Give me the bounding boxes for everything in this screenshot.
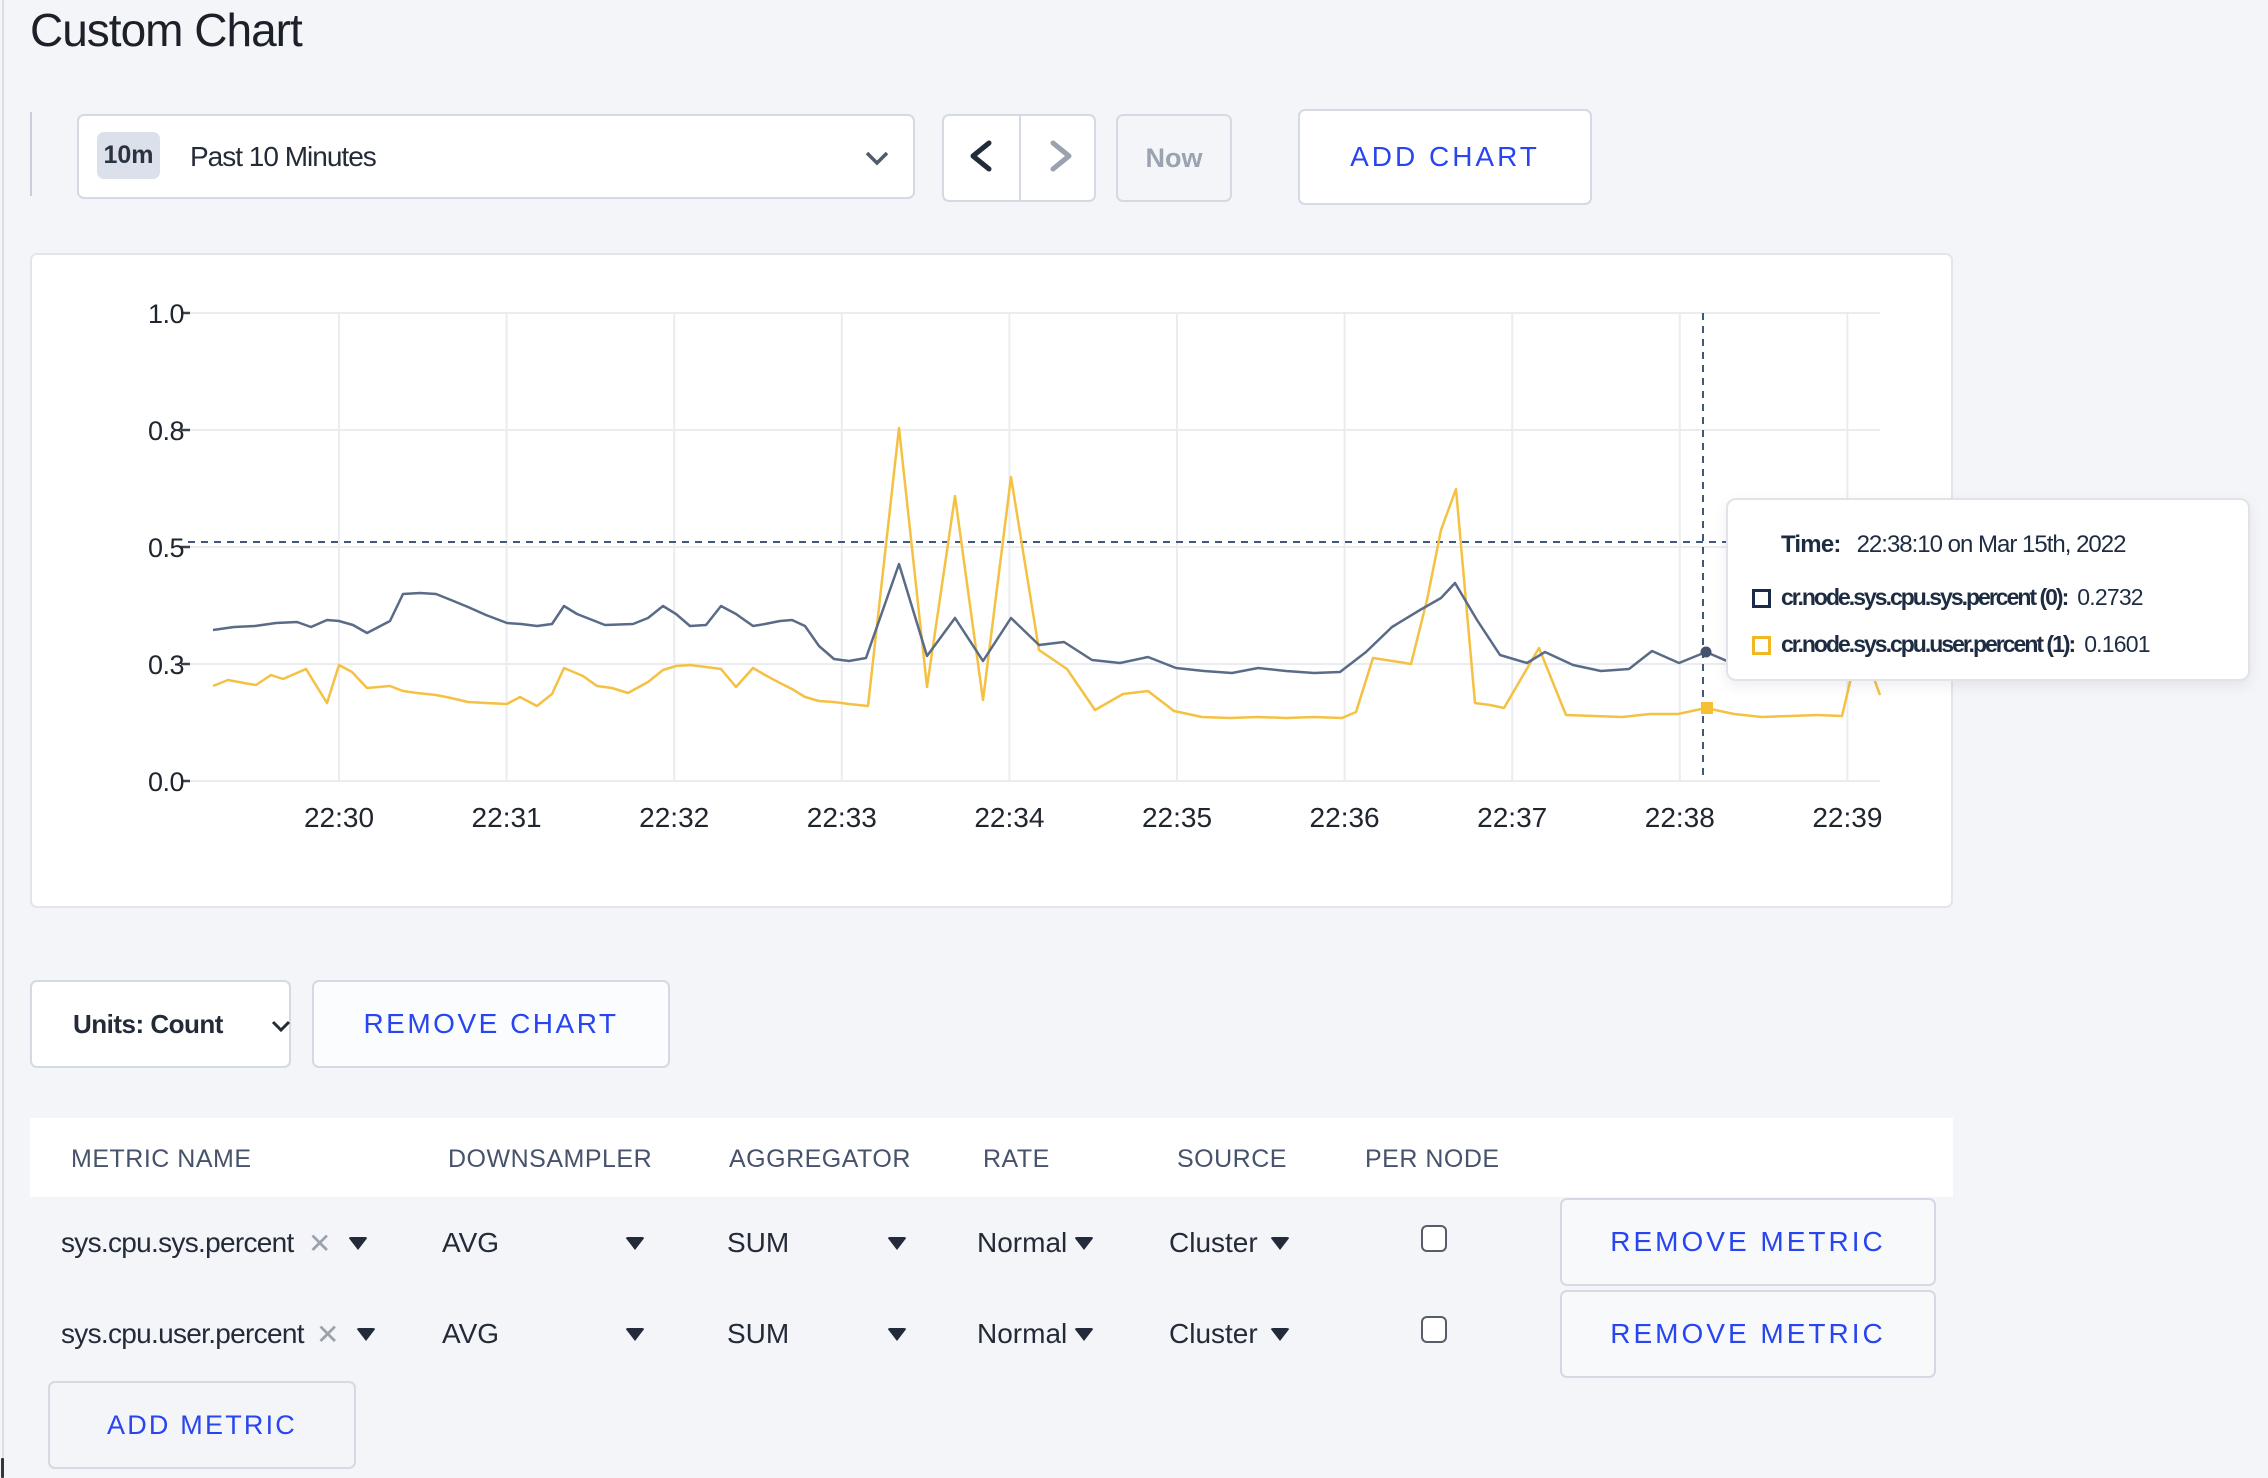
svg-text:0.8: 0.8 (148, 416, 184, 446)
svg-text:22:34: 22:34 (974, 802, 1044, 833)
svg-text:0.3: 0.3 (148, 650, 184, 680)
svg-text:0.5: 0.5 (148, 533, 184, 563)
svg-text:22:30: 22:30 (304, 802, 374, 833)
svg-text:22:36: 22:36 (1310, 802, 1380, 833)
svg-text:22:33: 22:33 (807, 802, 877, 833)
svg-text:22:38: 22:38 (1645, 802, 1715, 833)
svg-text:0.0: 0.0 (148, 767, 184, 797)
svg-text:22:39: 22:39 (1812, 802, 1882, 833)
svg-text:22:35: 22:35 (1142, 802, 1212, 833)
svg-text:1.0: 1.0 (148, 299, 184, 329)
svg-text:22:31: 22:31 (472, 802, 542, 833)
svg-text:22:32: 22:32 (639, 802, 709, 833)
svg-text:22:37: 22:37 (1477, 802, 1547, 833)
